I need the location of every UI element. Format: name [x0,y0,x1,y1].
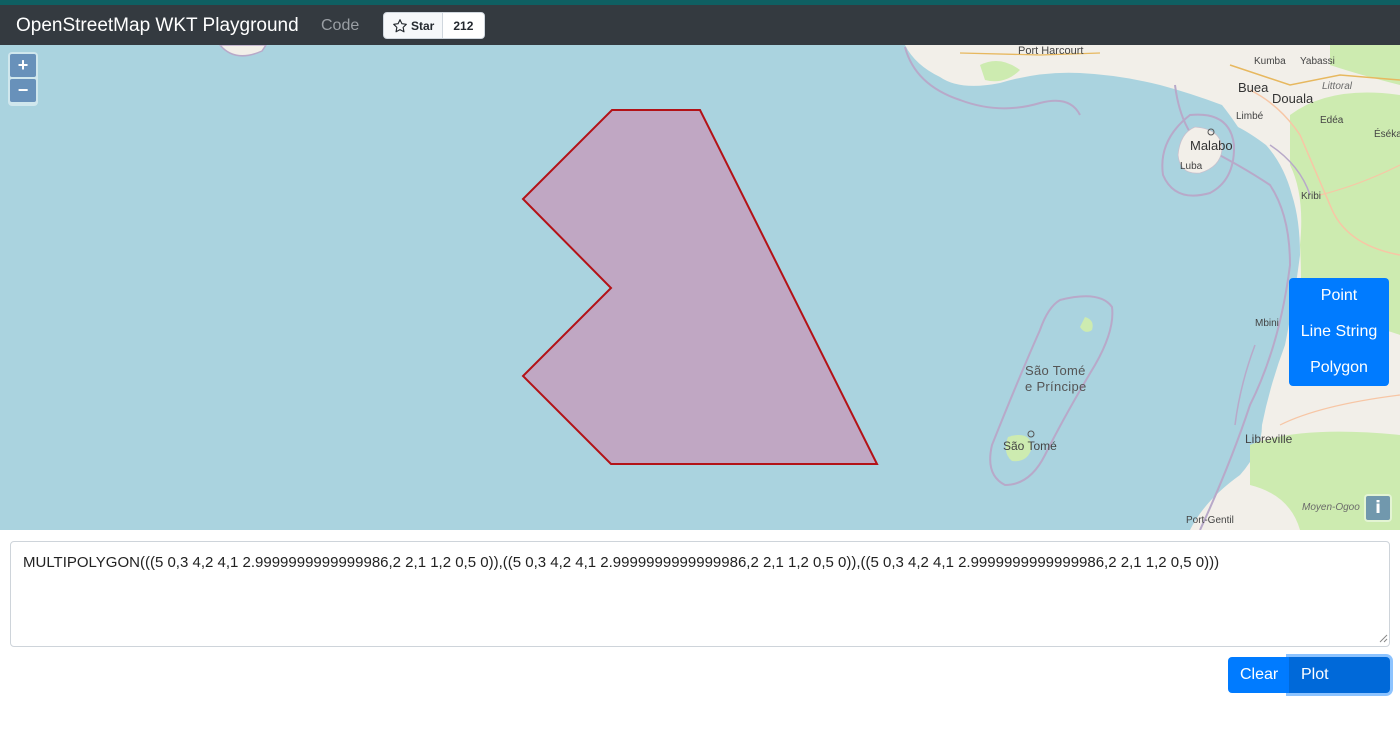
map-label-littoral: Littoral [1322,81,1353,92]
map-label-moyen-ogooue: Moyen-Ogoo [1302,502,1360,513]
github-star-count[interactable]: 212 [443,13,485,38]
map-basemap [219,45,1400,530]
map-label-buea: Buea [1238,80,1269,95]
draw-polygon-button[interactable]: Polygon [1289,350,1389,386]
clear-button[interactable]: Clear [1228,657,1289,693]
github-star-label: Star [411,18,435,33]
map-label-edea: Edéa [1320,115,1344,126]
draw-shape-menu: Point Line String Polygon [1289,278,1389,386]
map-canvas[interactable]: Port Harcourt Kumba Yabassi Buea Douala … [0,45,1400,530]
zoom-in-button[interactable]: + [10,54,36,77]
map-label-stp-line1: São Tomé [1025,363,1086,378]
attribution-info-button[interactable]: i [1364,494,1392,522]
github-star-widget: Star 212 [383,12,486,39]
map-label-sao-tome: São Tomé [1003,439,1057,453]
draw-linestring-button[interactable]: Line String [1289,314,1389,350]
map-label-malabo: Malabo [1190,138,1233,153]
map-label-luba: Luba [1180,161,1203,172]
map-label-douala: Douala [1272,91,1314,106]
info-icon: i [1366,496,1390,520]
zoom-out-button[interactable]: − [10,79,36,102]
wkt-input[interactable]: MULTIPOLYGON(((5 0,3 4,2 4,1 2.999999999… [10,541,1390,647]
map-label-port-harcourt: Port Harcourt [1018,45,1084,57]
zoom-control: + − [8,52,38,106]
map-label-kribi: Kribi [1301,191,1322,202]
map-label-port-gentil: Port-Gentil [1186,515,1234,526]
app-title[interactable]: OpenStreetMap WKT Playground [16,15,299,37]
plot-shape-button[interactable]: Plot Shape [1289,657,1390,719]
code-link[interactable]: Code [321,16,359,36]
map-label-limbe: Limbé [1236,111,1264,122]
map-label-libreville: Libreville [1245,432,1293,446]
navbar: OpenStreetMap WKT Playground Code Star 2… [0,5,1400,45]
map-label-yabassi: Yabassi [1300,56,1335,67]
map-label-eseka: Éséka [1374,129,1400,140]
draw-point-button[interactable]: Point [1289,278,1389,314]
map-label-kumba: Kumba [1254,56,1286,67]
plotted-polygon [521,109,879,465]
map-label-mbini: Mbini [1255,318,1279,329]
action-buttons: Clear Plot Shape [1228,657,1390,719]
github-star-button[interactable]: Star [384,13,444,38]
star-icon [393,18,407,32]
map-label-stp-line2: e Príncipe [1025,379,1087,394]
textarea-resize-handle[interactable] [1378,633,1388,643]
